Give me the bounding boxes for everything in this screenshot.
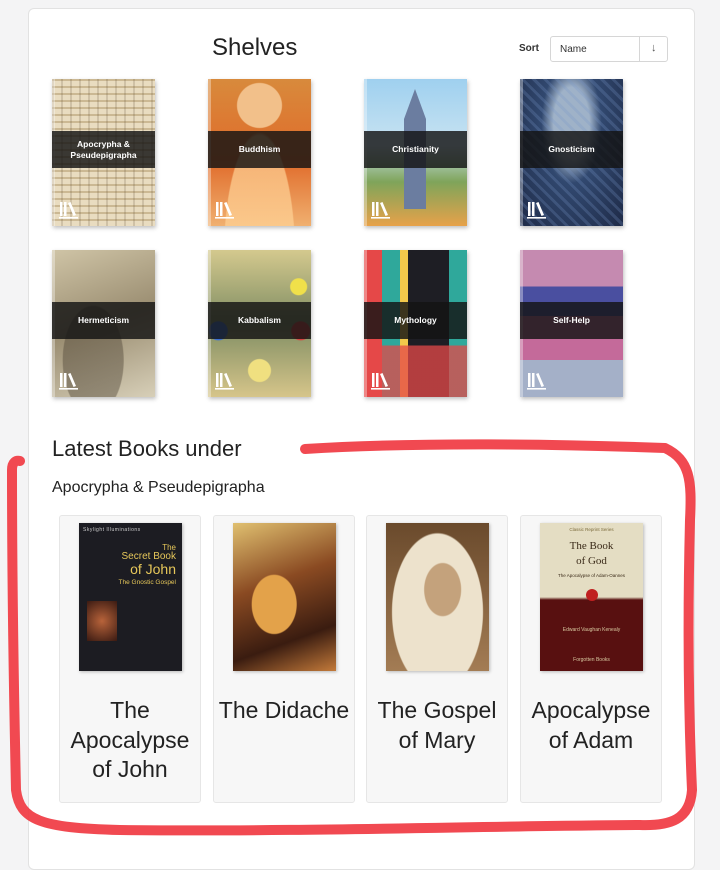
book-card[interactable]: The Didache — [213, 515, 355, 803]
cover-title-line: The Book — [569, 540, 614, 552]
book-title[interactable]: The Apocalypse of John — [60, 696, 200, 785]
shelf-christianity[interactable]: Christianity — [364, 79, 467, 226]
shelf-kabbalism[interactable]: Kabbalism — [208, 250, 311, 397]
shelf-mythology[interactable]: Mythology — [364, 250, 467, 397]
book-title[interactable]: The Didache — [214, 696, 354, 726]
cover-series: Classic Reprint Series — [569, 527, 614, 532]
shelf-name: Christianity — [392, 144, 439, 154]
library-icon — [527, 373, 546, 390]
sort-value[interactable]: Name — [560, 44, 587, 55]
book-card[interactable]: Skylight Illuminations The Secret Book o… — [59, 515, 201, 803]
sort-direction-button[interactable]: ↓ — [651, 42, 657, 54]
shelf-apocrypha-pseudepigrapha[interactable]: Apocrypha & Pseudepigrapha — [52, 79, 155, 226]
book-cover — [386, 523, 489, 671]
cover-subtitle: The Gnostic Gospel — [118, 579, 176, 586]
shelf-name: Apocrypha & Pseudepigrapha — [70, 138, 137, 160]
latest-books-heading: Latest Books under — [52, 436, 242, 461]
library-icon — [371, 373, 390, 390]
book-title[interactable]: The Gospel of Mary — [367, 696, 507, 755]
shelf-name: Self-Help — [553, 315, 590, 325]
library-icon — [59, 373, 78, 390]
book-card[interactable]: Classic Reprint Series The Book of God T… — [520, 515, 662, 803]
cover-title-line: of John — [130, 561, 176, 577]
shelf-name: Kabbalism — [238, 315, 281, 325]
cover-title-line: of God — [576, 555, 607, 567]
book-cover: Classic Reprint Series The Book of God T… — [540, 523, 643, 671]
library-icon — [527, 202, 546, 219]
library-icon — [371, 202, 390, 219]
shelf-hermeticism[interactable]: Hermeticism — [52, 250, 155, 397]
sort-select[interactable]: Name ↓ — [550, 36, 668, 62]
book-cover — [233, 523, 336, 671]
shelf-buddhism[interactable]: Buddhism — [208, 79, 311, 226]
shelf-self-help[interactable]: Self-Help — [520, 250, 623, 397]
latest-books-shelf-name: Apocrypha & Pseudepigrapha — [52, 479, 265, 496]
cover-seal — [586, 589, 598, 601]
sort-label: Sort — [519, 43, 539, 54]
shelf-name: Buddhism — [238, 144, 281, 154]
book-card[interactable]: The Gospel of Mary — [366, 515, 508, 803]
sort-divider — [639, 37, 640, 61]
cover-author: Edward Vaughan Kenealy — [562, 627, 621, 633]
shelves-heading: Shelves — [212, 34, 298, 61]
cover-series: Skylight Illuminations — [83, 527, 141, 533]
shelf-name: Hermeticism — [77, 315, 130, 325]
cover-figure — [87, 601, 117, 641]
shelf-name: Mythology — [394, 315, 437, 325]
cover-subtitle: The Apocalypse of Adam-Oannes — [557, 573, 626, 578]
cover-publisher: Forgotten Books — [573, 657, 610, 663]
book-title[interactable]: Apocalypse of Adam — [521, 696, 661, 755]
library-icon — [215, 202, 234, 219]
book-cover: Skylight Illuminations The Secret Book o… — [79, 523, 182, 671]
library-icon — [59, 202, 78, 219]
shelf-name: Gnosticism — [548, 144, 595, 154]
shelf-gnosticism[interactable]: Gnosticism — [520, 79, 623, 226]
library-icon — [215, 373, 234, 390]
